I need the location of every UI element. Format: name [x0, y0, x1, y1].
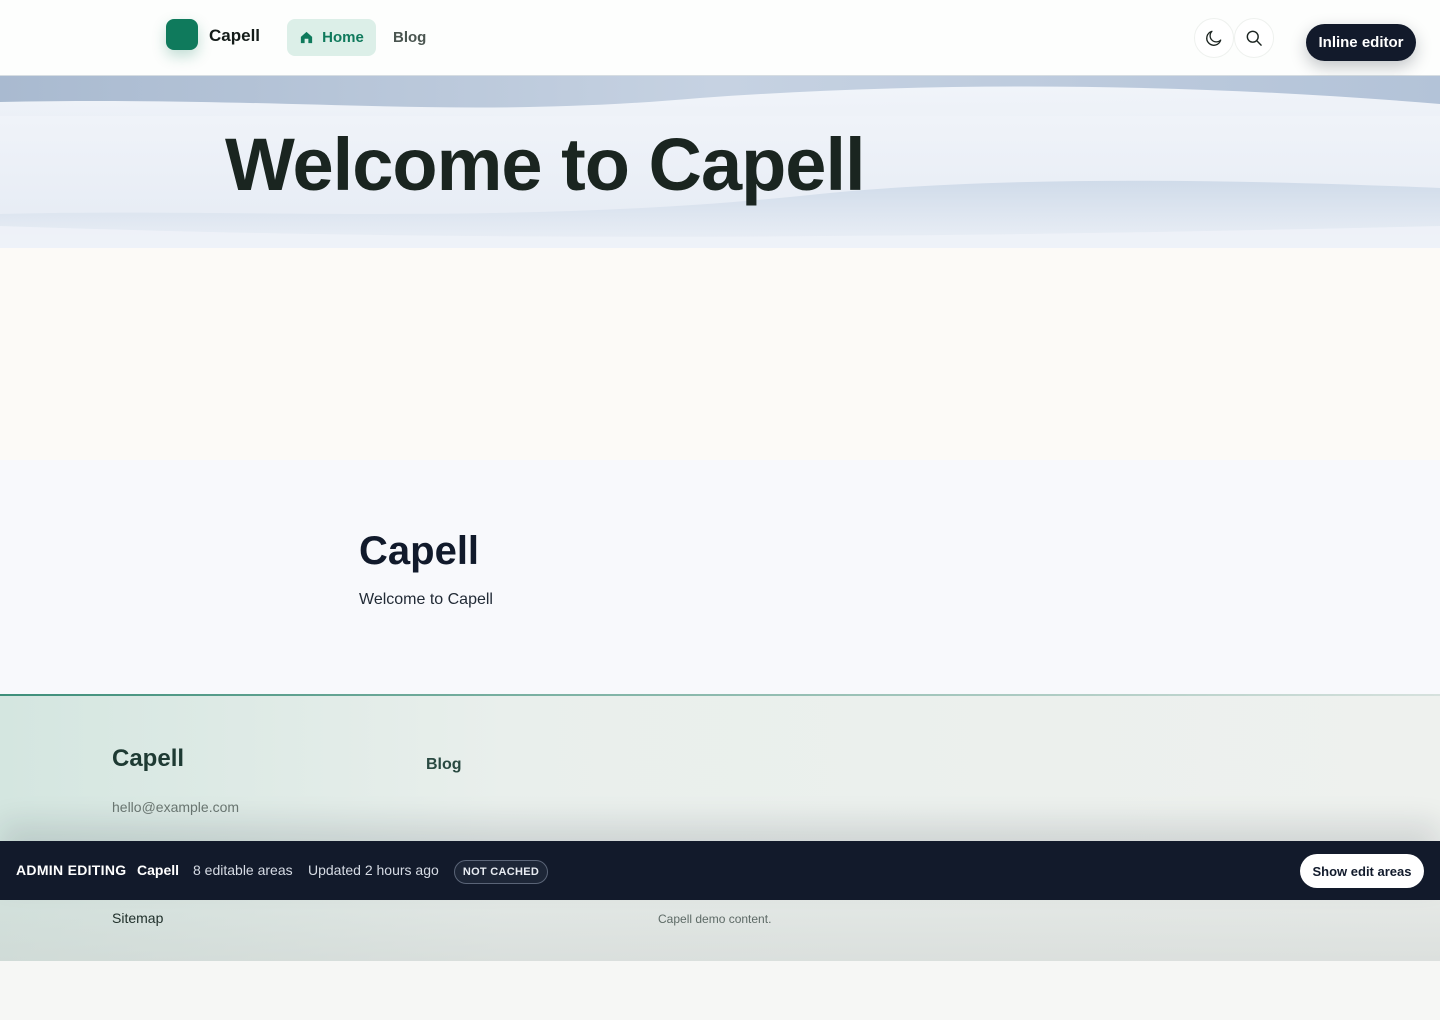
empty-band — [0, 248, 1440, 460]
home-icon — [301, 31, 313, 44]
hero-title: Welcome to Capell — [225, 123, 866, 206]
inline-editor-button[interactable]: Inline editor — [1306, 24, 1416, 61]
admin-updated-time: Updated 2 hours ago — [308, 862, 439, 878]
admin-label: ADMIN EDITING — [16, 862, 127, 878]
content-title: Capell — [359, 529, 480, 573]
nav-item-label: Home — [322, 29, 364, 46]
site-footer: Capell hello@example.com Blog Sitemap Ca… — [0, 694, 1440, 961]
brand-name[interactable]: Capell — [209, 26, 260, 46]
footer-email-link[interactable]: hello@example.com — [112, 799, 239, 815]
show-edit-areas-button[interactable]: Show edit areas — [1300, 854, 1424, 888]
search-button[interactable] — [1234, 18, 1274, 58]
site-header: Capell Home Blog Inline editor — [0, 0, 1440, 76]
content-section: Capell Welcome to Capell — [0, 460, 1440, 694]
nav-item-home[interactable]: Home — [287, 19, 376, 56]
footer-divider — [0, 694, 1440, 696]
footer-copyright: Capell demo content. — [658, 912, 772, 926]
cache-status-badge: NOT CACHED — [454, 860, 548, 884]
footer-brand: Capell — [112, 745, 185, 772]
theme-toggle-button[interactable] — [1194, 18, 1234, 58]
admin-editing-bar: ADMIN EDITING Capell 8 editable areas Up… — [0, 841, 1440, 900]
search-icon — [1246, 30, 1262, 46]
admin-editable-count: 8 editable areas — [193, 862, 293, 878]
moon-icon — [1206, 30, 1222, 46]
footer-sitemap-link[interactable]: Sitemap — [112, 910, 163, 926]
hero-section: Welcome to Capell — [0, 76, 1440, 248]
nav-item-blog[interactable]: Blog — [393, 29, 426, 46]
logo-mark[interactable] — [166, 19, 198, 50]
content-text: Welcome to Capell — [359, 591, 493, 608]
footer-link-blog[interactable]: Blog — [426, 756, 462, 774]
admin-site-name: Capell — [137, 862, 180, 878]
